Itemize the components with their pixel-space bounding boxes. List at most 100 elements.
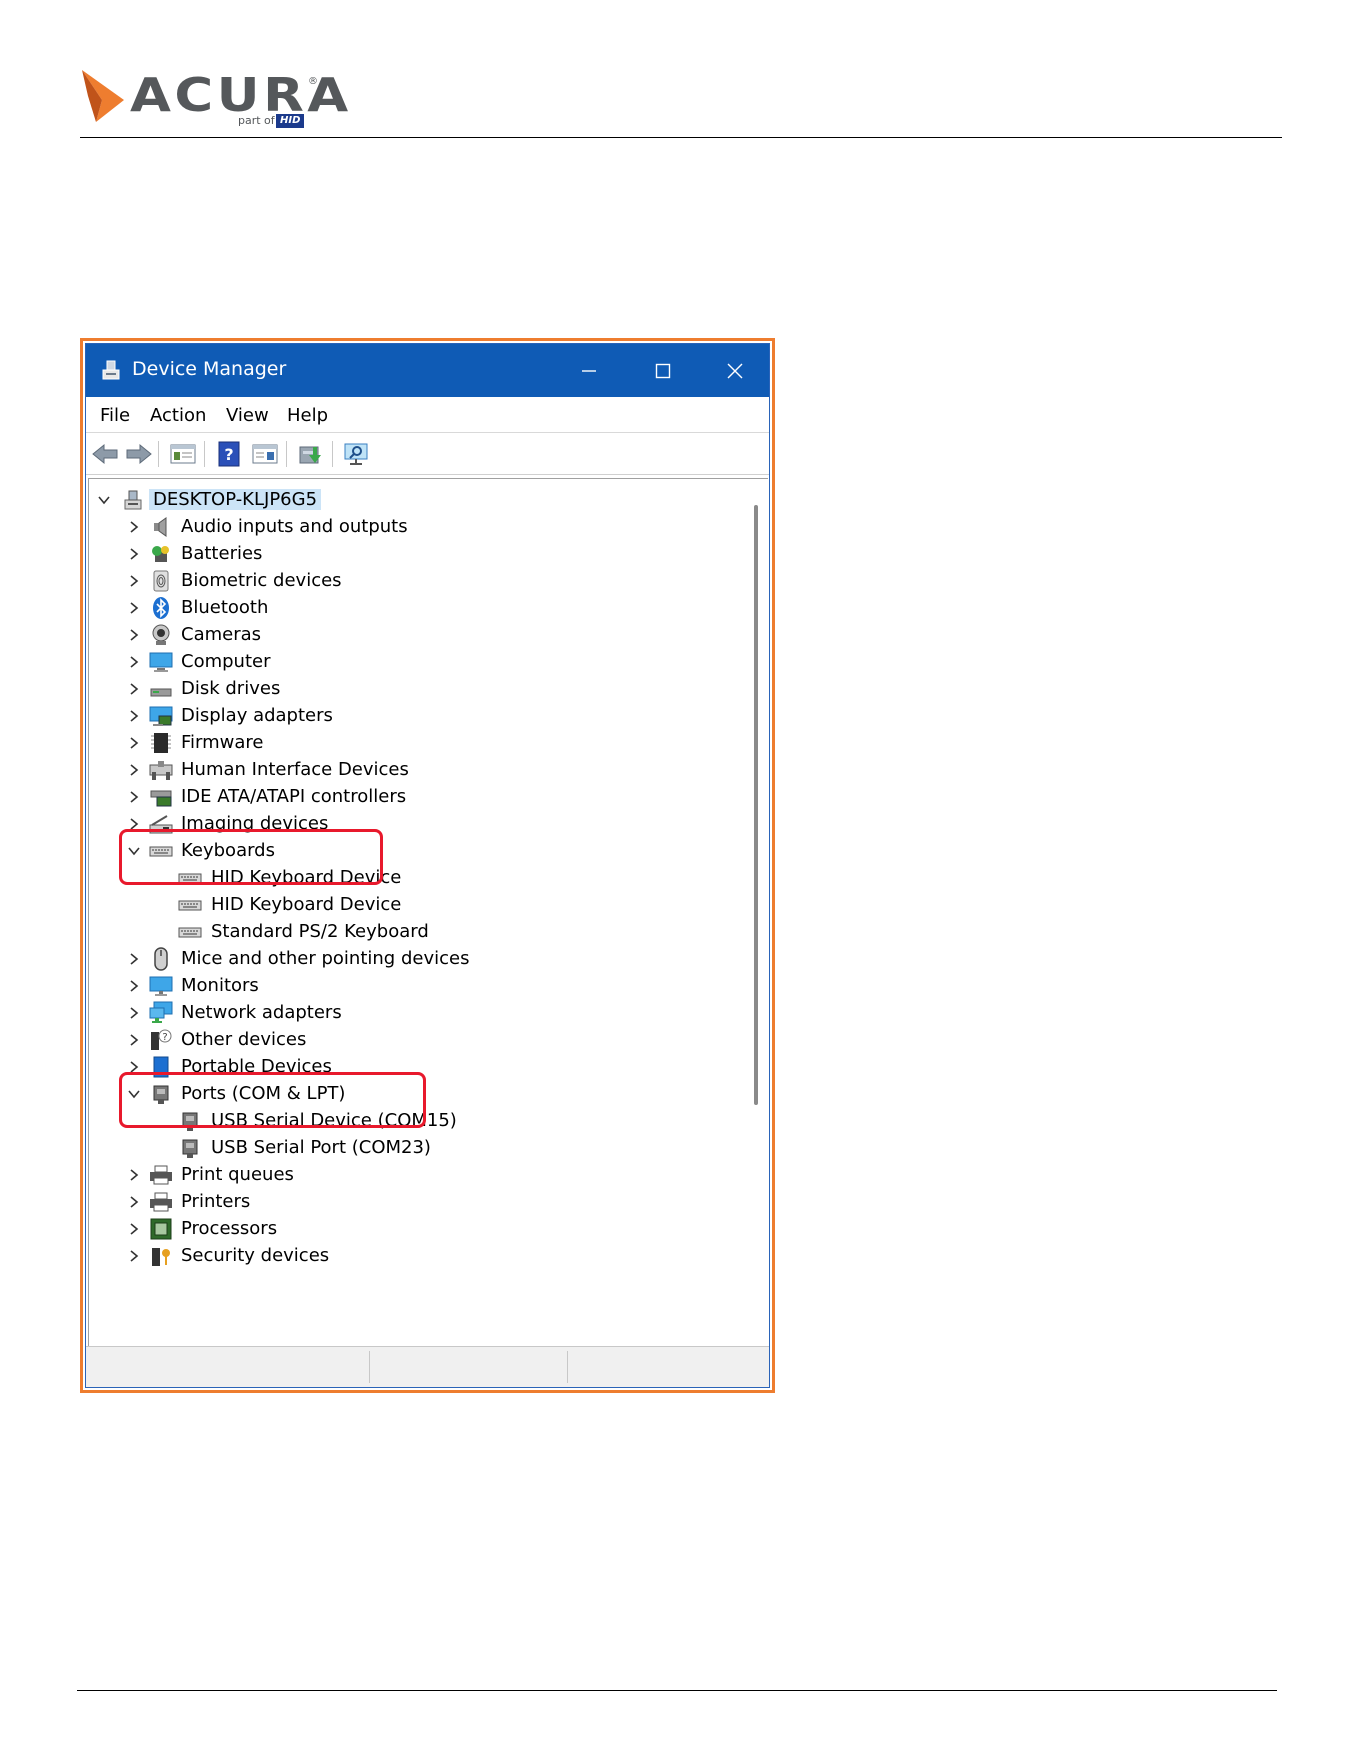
tree-item-label: Printers [181,1191,251,1212]
network-adapter-icon [149,1001,173,1023]
menu-file[interactable]: File [100,405,130,426]
details-view-button[interactable] [250,440,280,468]
status-cell [86,1351,370,1383]
chevron-right-icon[interactable] [125,760,143,780]
maximize-button[interactable] [627,344,699,397]
chevron-right-icon[interactable] [125,1003,143,1023]
title-bar[interactable]: Device Manager [86,344,769,397]
device-manager-icon [102,360,120,380]
chevron-right-icon[interactable] [125,598,143,618]
minimize-button[interactable] [553,344,625,397]
processor-icon [150,1218,172,1240]
chevron-right-icon[interactable] [125,1246,143,1266]
device-tree[interactable]: DESKTOP-KLJP6G5 Audio inputs and outputs… [88,478,744,1346]
keyboard-icon [178,900,202,911]
tree-item-label: Cameras [181,624,262,645]
tree-item-hid[interactable]: Human Interface Devices [89,755,729,785]
tree-item-network[interactable]: Network adapters [89,998,729,1028]
tree-item-label: IDE ATA/ATAPI controllers [181,786,407,807]
tree-child-label: HID Keyboard Device [211,894,402,915]
tree-child-keyboard[interactable]: Standard PS/2 Keyboard [89,917,729,947]
close-button[interactable] [699,344,771,397]
tree-item-security[interactable]: Security devices [89,1241,729,1271]
vertical-scrollbar[interactable] [744,478,768,1346]
details-view-icon [252,444,278,464]
svg-text:?: ? [162,1032,167,1043]
chevron-right-icon[interactable] [125,1030,143,1050]
tree-item-mice[interactable]: Mice and other pointing devices [89,944,729,974]
tree-item-batteries[interactable]: Batteries [89,539,729,569]
chevron-right-icon[interactable] [125,1219,143,1239]
chevron-right-icon[interactable] [125,517,143,537]
toolbar-separator [286,441,287,467]
properties-button[interactable] [168,440,198,468]
tree-item-audio[interactable]: Audio inputs and outputs [89,512,729,542]
chevron-right-icon[interactable] [125,706,143,726]
chevron-right-icon[interactable] [125,787,143,807]
mouse-icon [154,947,168,971]
tree-item-cameras[interactable]: Cameras [89,620,729,650]
tree-child-keyboard[interactable]: HID Keyboard Device [89,890,729,920]
update-driver-button[interactable] [296,440,326,468]
tree-item-label: Print queues [181,1164,294,1185]
chevron-right-icon[interactable] [125,1192,143,1212]
toolbar-separator [332,441,333,467]
chevron-right-icon[interactable] [125,679,143,699]
back-button[interactable] [90,440,120,468]
tree-child-port[interactable]: USB Serial Port (COM23) [89,1133,729,1163]
chevron-right-icon[interactable] [125,976,143,996]
tree-item-biometric[interactable]: Biometric devices [89,566,729,596]
tree-item-display-adapters[interactable]: Display adapters [89,701,729,731]
bluetooth-icon [153,597,169,619]
chevron-right-icon[interactable] [125,625,143,645]
tree-item-print-queues[interactable]: Print queues [89,1160,729,1190]
tree-item-label: Mice and other pointing devices [181,948,470,969]
tree-item-disk-drives[interactable]: Disk drives [89,674,729,704]
chevron-right-icon[interactable] [125,733,143,753]
highlight-box-keyboards [119,829,383,885]
chevron-right-icon[interactable] [125,1165,143,1185]
tree-item-bluetooth[interactable]: Bluetooth [89,593,729,623]
menu-help[interactable]: Help [287,405,328,426]
chevron-right-icon[interactable] [125,949,143,969]
tree-item-label: Bluetooth [181,597,269,618]
menu-view[interactable]: View [226,405,269,426]
tree-item-label: Batteries [181,543,263,564]
tree-item-label: Firmware [181,732,264,753]
scan-hardware-button[interactable] [342,440,372,468]
tree-item-ide[interactable]: IDE ATA/ATAPI controllers [89,782,729,812]
chevron-down-icon[interactable] [95,490,113,510]
tree-item-computer[interactable]: Computer [89,647,729,677]
help-button[interactable]: ? [214,440,244,468]
tree-item-label: Display adapters [181,705,333,726]
tree-item-label: Network adapters [181,1002,342,1023]
tree-item-label: Processors [181,1218,278,1239]
display-adapter-icon [149,706,173,726]
fingerprint-icon [153,570,169,592]
chevron-right-icon[interactable] [125,571,143,591]
status-cell [568,1351,768,1383]
ide-controller-icon [150,790,172,807]
forward-button[interactable] [124,440,154,468]
scrollbar-thumb[interactable] [754,505,758,1105]
speaker-icon [154,517,167,537]
keyboard-icon [178,927,202,938]
menu-action[interactable]: Action [150,405,206,426]
part-of-text: part of [238,114,275,127]
tree-item-processors[interactable]: Processors [89,1214,729,1244]
tree-root[interactable]: DESKTOP-KLJP6G5 [89,485,729,515]
tree-child-label: USB Serial Port (COM23) [211,1137,431,1158]
monitor-icon [149,976,173,996]
camera-icon [152,624,170,645]
chevron-right-icon[interactable] [125,544,143,564]
tree-item-label: Monitors [181,975,259,996]
menu-bar: File Action View Help [86,397,769,433]
tree-root-label: DESKTOP-KLJP6G5 [149,489,322,510]
tree-item-printers[interactable]: Printers [89,1187,729,1217]
tree-item-label: Security devices [181,1245,330,1266]
chevron-right-icon[interactable] [125,652,143,672]
hid-badge: HID [276,114,305,128]
tree-item-monitors[interactable]: Monitors [89,971,729,1001]
tree-item-other[interactable]: ? Other devices [89,1025,729,1055]
tree-item-firmware[interactable]: Firmware [89,728,729,758]
